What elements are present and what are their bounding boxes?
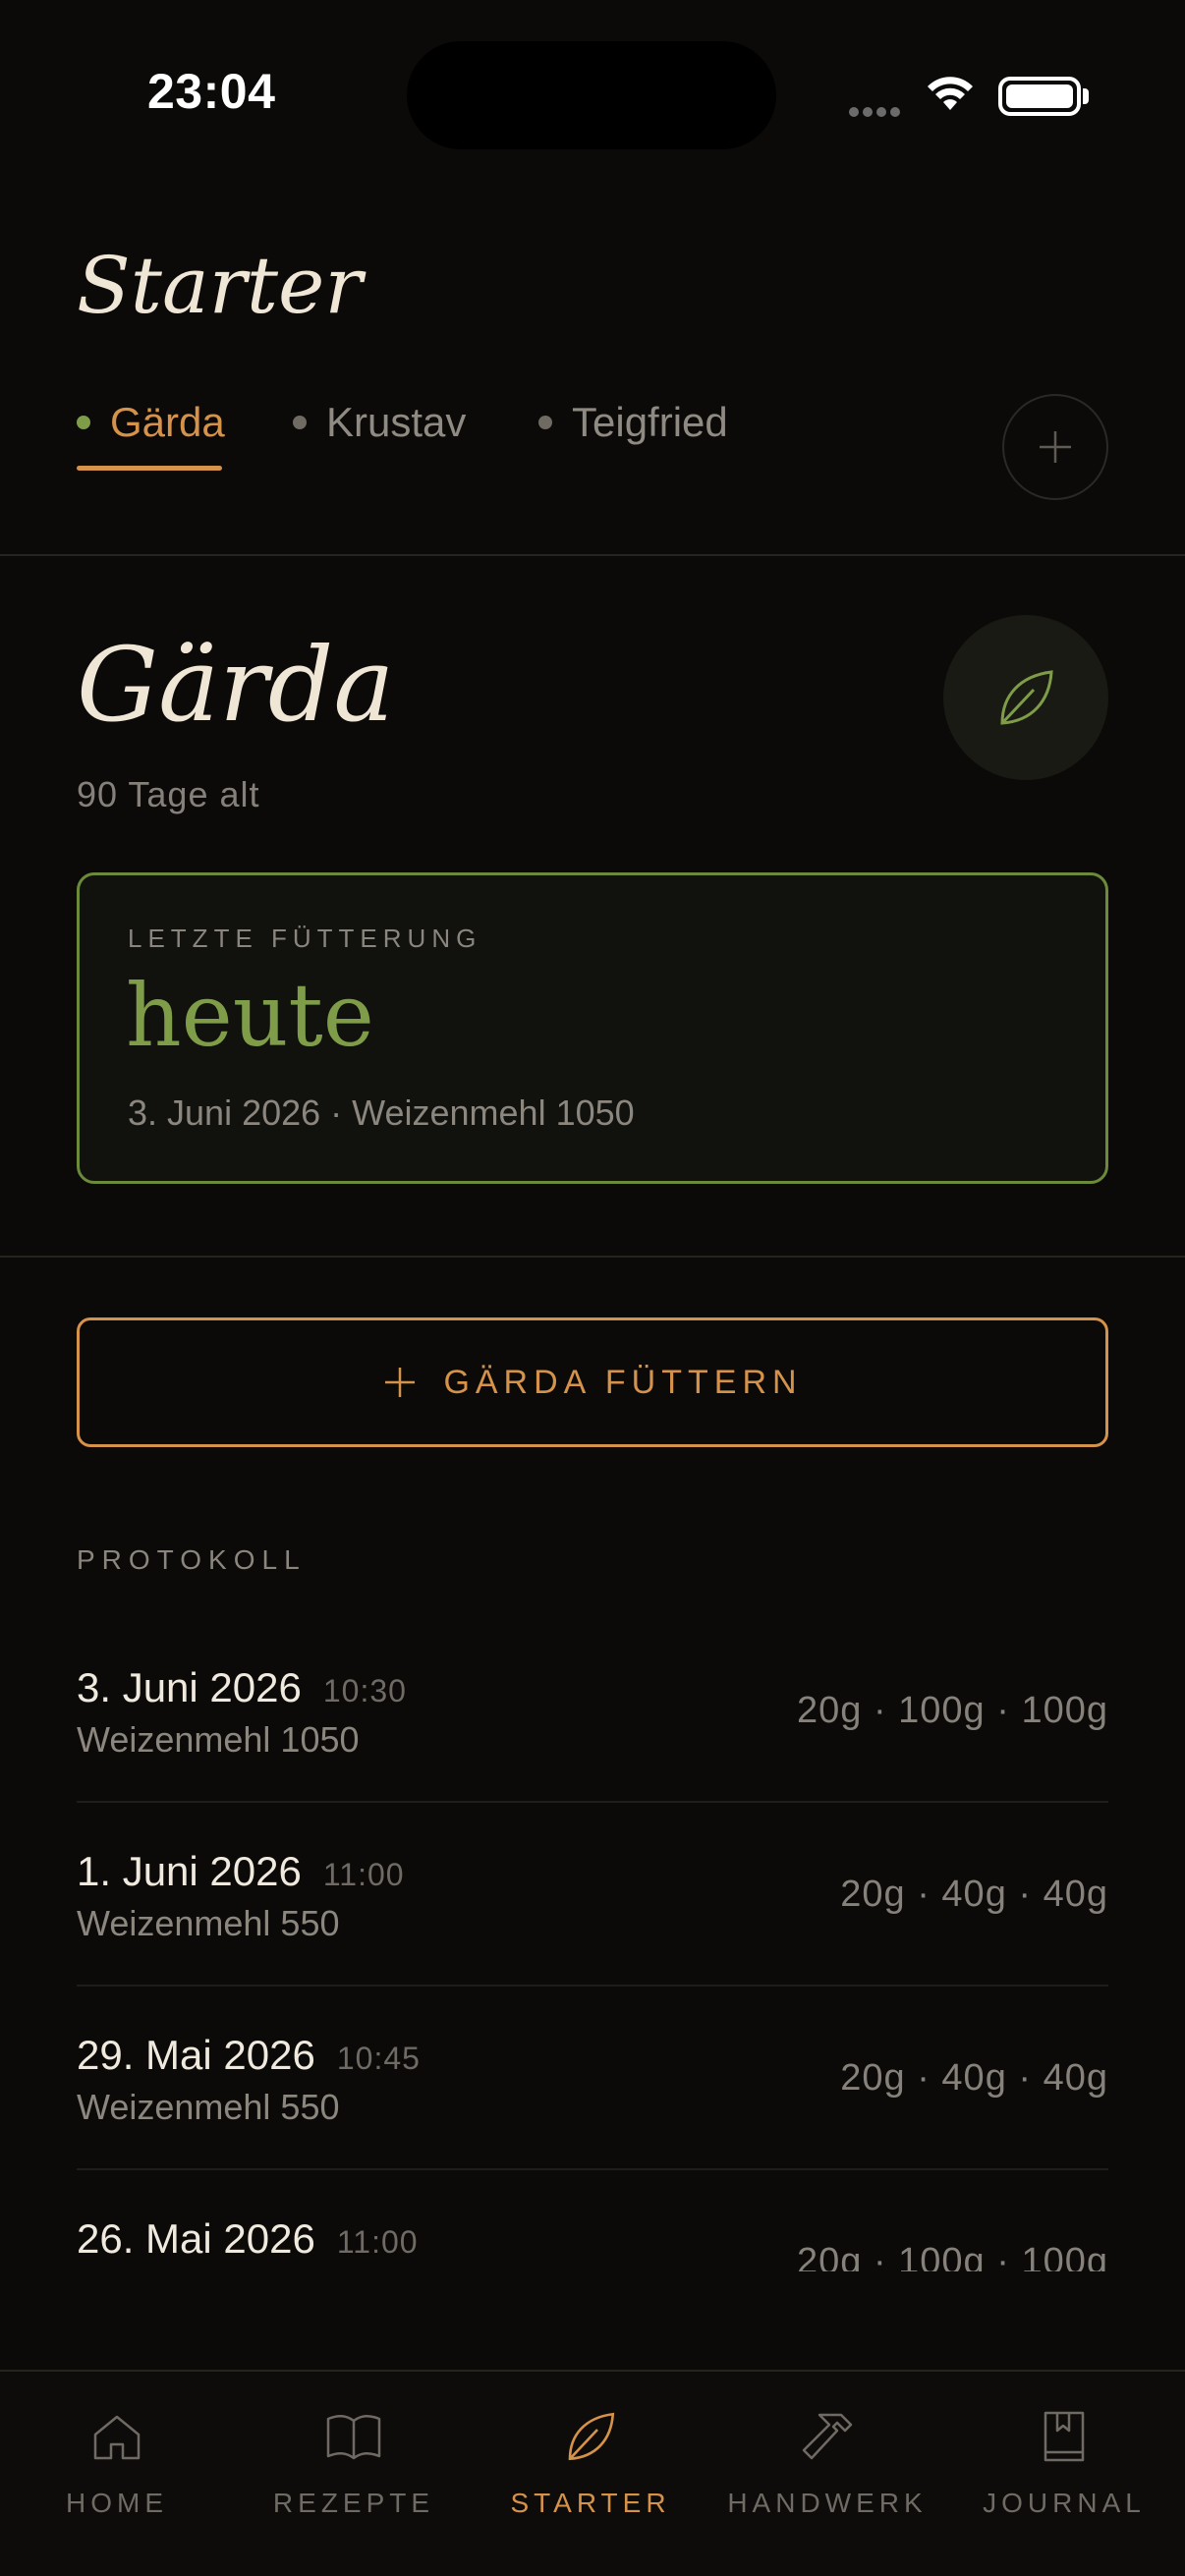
log-amounts: 20g · 40g · 40g xyxy=(840,1874,1108,1915)
tab-label: Gärda xyxy=(110,399,225,445)
nav-label: HANDWERK xyxy=(727,2488,928,2518)
wifi-icon xyxy=(928,77,973,110)
log-entry[interactable]: 1. Juni 2026 11:00 Weizenmehl 550 20g · 4… xyxy=(77,1803,1108,1987)
bottom-nav: HOME REZEPTE STARTER HANDWERK JOURNAL xyxy=(0,2370,1185,2576)
status-time: 23:04 xyxy=(147,64,276,119)
nav-label: STARTER xyxy=(510,2488,671,2518)
plus-icon xyxy=(385,1368,416,1397)
feeding-log-list[interactable]: 3. Juni 2026 10:30 Weizenmehl 1050 20g · … xyxy=(0,1619,1185,2271)
leaf-icon xyxy=(1000,670,1053,725)
log-amounts: 20g · 100g · 100g xyxy=(796,1690,1108,1731)
cellular-signal-icon xyxy=(849,102,904,121)
battery-icon xyxy=(998,77,1081,116)
tab-teigfried[interactable]: Teigfried xyxy=(538,399,728,446)
add-starter-button[interactable] xyxy=(1002,394,1108,500)
leaf-icon xyxy=(561,2407,620,2466)
nav-label: JOURNAL xyxy=(983,2488,1146,2518)
status-dot xyxy=(538,416,552,429)
log-time: 11:00 xyxy=(336,2224,419,2260)
tab-gaerda[interactable]: Gärda xyxy=(77,399,225,446)
last-feeding-value: heute xyxy=(126,965,374,1066)
log-time: 10:30 xyxy=(322,1673,407,1708)
divider xyxy=(0,1256,1185,1258)
nav-rezepte[interactable]: REZEPTE xyxy=(255,2407,452,2519)
log-flour: Weizenmehl 550 xyxy=(77,1903,340,1943)
log-flour: Weizenmehl 1050 xyxy=(77,1719,360,1760)
active-tab-indicator xyxy=(77,466,222,471)
nav-journal[interactable]: JOURNAL xyxy=(966,2407,1162,2519)
log-amounts: 20g · 100g · 100g xyxy=(796,2241,1108,2271)
status-dot xyxy=(77,416,90,429)
log-entry[interactable]: 3. Juni 2026 10:30 Weizenmehl 1050 20g · … xyxy=(77,1619,1108,1803)
last-feeding-detail: 3. Juni 2026 · Weizenmehl 1050 xyxy=(128,1092,635,1133)
log-date: 26. Mai 2026 xyxy=(77,2215,315,2262)
log-time: 10:45 xyxy=(336,2041,421,2076)
log-time: 11:00 xyxy=(322,1857,405,1892)
starter-status-badge xyxy=(943,615,1108,780)
tab-label: Teigfried xyxy=(572,399,728,445)
log-section-label: PROTOKOLL xyxy=(77,1544,307,1575)
nav-label: HOME xyxy=(66,2488,168,2518)
journal-icon xyxy=(1035,2407,1094,2466)
nav-label: REZEPTE xyxy=(272,2488,435,2518)
page-title: Starter xyxy=(77,240,363,331)
log-entry[interactable]: 26. Mai 2026 11:00 20g · 100g · 100g xyxy=(77,2170,1108,2271)
log-flour: Weizenmehl 550 xyxy=(77,2087,340,2127)
feed-button-label: GÄRDA FÜTTERN xyxy=(443,1363,803,1401)
hammer-icon xyxy=(798,2407,857,2466)
status-dot xyxy=(293,416,307,429)
nav-home[interactable]: HOME xyxy=(19,2407,215,2519)
battery-cap xyxy=(1083,88,1089,104)
nav-starter[interactable]: STARTER xyxy=(492,2407,689,2519)
plus-icon xyxy=(1040,431,1071,463)
log-entry[interactable]: 29. Mai 2026 10:45 Weizenmehl 550 20g · 4… xyxy=(77,1987,1108,2170)
log-date: 3. Juni 2026 xyxy=(77,1664,302,1710)
dynamic-island xyxy=(407,41,776,149)
log-date: 1. Juni 2026 xyxy=(77,1848,302,1894)
nav-handwerk[interactable]: HANDWERK xyxy=(727,2407,928,2519)
divider xyxy=(0,554,1185,556)
feed-starter-button[interactable]: GÄRDA FÜTTERN xyxy=(77,1317,1108,1447)
home-icon xyxy=(87,2407,146,2466)
last-feeding-label: LETZTE FÜTTERUNG xyxy=(128,924,482,953)
log-date: 29. Mai 2026 xyxy=(77,2032,315,2078)
starter-age: 90 Tage alt xyxy=(77,774,260,814)
tab-krustav[interactable]: Krustav xyxy=(293,399,466,446)
starter-name: Gärda xyxy=(77,625,395,745)
log-amounts: 20g · 40g · 40g xyxy=(840,2057,1108,2099)
tab-label: Krustav xyxy=(326,399,467,445)
book-icon xyxy=(324,2407,383,2466)
